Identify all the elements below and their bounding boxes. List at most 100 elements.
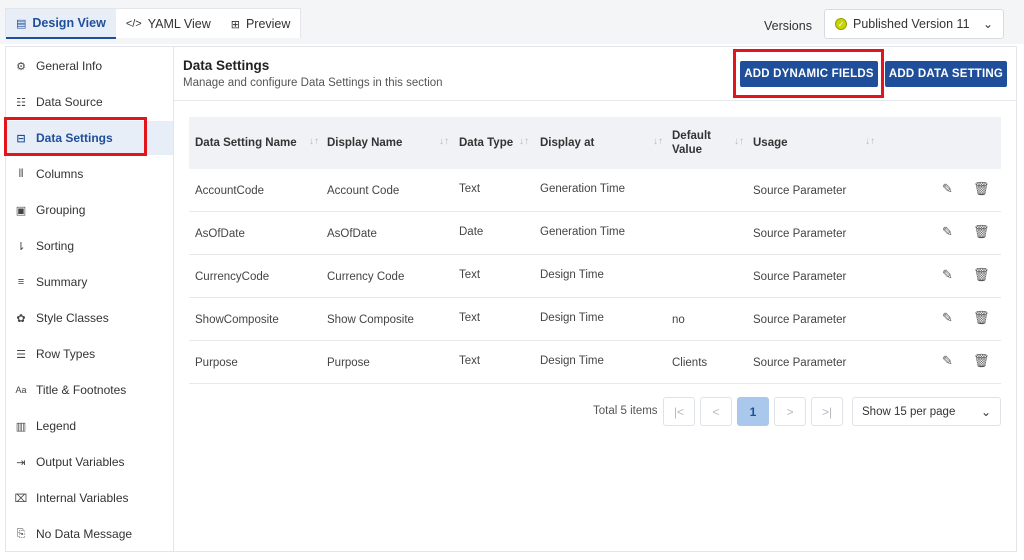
cell-data-type: Text xyxy=(459,355,481,367)
table-row: CurrencyCode Currency Code Text Design T… xyxy=(189,255,1001,298)
sort-icon[interactable]: ↓↑ xyxy=(519,136,529,147)
trash-icon[interactable]: 🗑 xyxy=(973,267,990,283)
sidebar-item-columns[interactable]: ⫴ Columns xyxy=(6,157,173,191)
cell-display-at: Design Time xyxy=(540,269,604,281)
sort-icon[interactable]: ↓↑ xyxy=(309,136,319,147)
sort-icon[interactable]: ↓↑ xyxy=(439,136,449,147)
edit-icon[interactable]: ✎ xyxy=(942,267,953,283)
sidebar-item-label: Columns xyxy=(36,167,84,181)
palette-icon: ✿ xyxy=(16,312,26,325)
first-page-icon: |< xyxy=(673,404,685,419)
tab-design-view[interactable]: ▤ Design View xyxy=(6,9,116,39)
prev-page-button[interactable]: < xyxy=(700,397,732,426)
table-header: Data Setting Name ↓↑ Display Name ↓↑ Dat… xyxy=(189,117,1001,169)
text-icon: Aa xyxy=(15,385,27,395)
data-settings-icon: ⊟ xyxy=(16,132,26,145)
variable-icon: ⌧ xyxy=(14,492,28,505)
sidebar-item-title-footnotes[interactable]: Aa Title & Footnotes xyxy=(6,373,173,407)
trash-icon[interactable]: 🗑 xyxy=(973,224,990,240)
last-page-button[interactable]: >| xyxy=(811,397,843,426)
sidebar-item-label: Title & Footnotes xyxy=(36,383,127,397)
header-display-at[interactable]: Display at xyxy=(540,117,594,169)
row-types-icon: ☰ xyxy=(16,348,26,361)
cell-data-type: Text xyxy=(459,183,481,195)
cell-display-name: Show Composite xyxy=(327,314,414,326)
edit-icon[interactable]: ✎ xyxy=(942,353,953,369)
last-page-icon: >| xyxy=(821,404,833,419)
page-title: Data Settings xyxy=(183,58,270,73)
sidebar-item-general-info[interactable]: ⚙ General Info xyxy=(6,49,173,83)
edit-icon[interactable]: ✎ xyxy=(942,310,953,326)
cell-usage: Source Parameter xyxy=(753,228,847,240)
header-data-setting-name[interactable]: Data Setting Name xyxy=(195,117,297,169)
sidebar-item-summary[interactable]: ≡ Summary xyxy=(6,265,173,299)
cell-usage: Source Parameter xyxy=(753,314,847,326)
sidebar-item-label: Data Settings xyxy=(36,131,113,145)
sidebar-item-data-source[interactable]: ☷ Data Source xyxy=(6,85,173,119)
sidebar-item-label: Sorting xyxy=(36,239,75,253)
sidebar-item-data-settings[interactable]: ⊟ Data Settings xyxy=(6,121,173,155)
tab-yaml-view-label: YAML View xyxy=(147,17,211,31)
sidebar-item-row-types[interactable]: ☰ Row Types xyxy=(6,337,173,371)
chevron-right-icon: > xyxy=(786,404,794,419)
sidebar-item-label: Legend xyxy=(36,419,77,433)
sort-icon[interactable]: ↓↑ xyxy=(653,136,663,147)
sidebar-item-grouping[interactable]: ▣ Grouping xyxy=(6,193,173,227)
cell-display-at: Generation Time xyxy=(540,183,626,195)
cell-display-at: Design Time xyxy=(540,312,604,324)
header-default-value-line2: Value xyxy=(672,144,703,156)
add-data-setting-button[interactable]: ADD DATA SETTING xyxy=(885,61,1007,87)
sidebar-item-output-variables[interactable]: ⇥ Output Variables xyxy=(6,445,173,479)
sidebar-item-internal-variables[interactable]: ⌧ Internal Variables xyxy=(6,481,173,515)
cell-data-type: Text xyxy=(459,269,481,281)
cell-usage: Source Parameter xyxy=(753,185,847,197)
cell-usage: Source Parameter xyxy=(753,357,847,369)
cell-name: ShowComposite xyxy=(195,314,279,326)
tab-preview[interactable]: ⊞ Preview xyxy=(221,9,301,39)
sidebar-item-sorting[interactable]: ⇂ Sorting xyxy=(6,229,173,263)
chevron-down-icon: ⌄ xyxy=(982,17,993,31)
sort-icon[interactable]: ↓↑ xyxy=(865,136,875,147)
cell-usage: Source Parameter xyxy=(753,271,847,283)
trash-icon[interactable]: 🗑 xyxy=(973,181,990,197)
tab-preview-label: Preview xyxy=(245,17,291,31)
export-icon: ⇥ xyxy=(16,456,26,469)
cell-name: AccountCode xyxy=(195,185,265,197)
sidebar-item-label: Style Classes xyxy=(36,311,109,325)
published-status-icon: ✓ xyxy=(835,18,847,30)
view-tabs: ▤ Design View </> YAML View ⊞ Preview xyxy=(5,8,302,39)
page-number-button[interactable]: 1 xyxy=(737,397,769,426)
sidebar-item-no-data-message[interactable]: ⎘ No Data Message xyxy=(6,517,173,551)
cell-display-name: Currency Code xyxy=(327,271,405,283)
add-dynamic-fields-button[interactable]: ADD DYNAMIC FIELDS xyxy=(740,61,878,87)
message-icon: ⎘ xyxy=(16,527,26,540)
header-usage[interactable]: Usage xyxy=(753,117,788,169)
versions-label: Versions xyxy=(764,19,812,33)
sidebar-item-style-classes[interactable]: ✿ Style Classes xyxy=(6,301,173,335)
per-page-select[interactable]: Show 15 per page ⌄ xyxy=(852,397,1001,426)
header-display-name[interactable]: Display Name xyxy=(327,117,402,169)
trash-icon[interactable]: 🗑 xyxy=(973,310,990,326)
cell-display-name: Account Code xyxy=(327,185,400,197)
sidebar-item-label: Data Source xyxy=(36,95,103,109)
tab-yaml-view[interactable]: </> YAML View xyxy=(116,9,221,39)
first-page-button[interactable]: |< xyxy=(663,397,695,426)
next-page-button[interactable]: > xyxy=(774,397,806,426)
edit-icon[interactable]: ✎ xyxy=(942,181,953,197)
table-row: ShowComposite Show Composite Text Design… xyxy=(189,298,1001,341)
table-row: AccountCode Account Code Text Generation… xyxy=(189,169,1001,212)
version-select[interactable]: ✓ Published Version 11 ⌄ xyxy=(824,9,1004,39)
sort-icon: ⇂ xyxy=(16,240,26,253)
sidebar-item-legend[interactable]: ▥ Legend xyxy=(6,409,173,443)
edit-icon[interactable]: ✎ xyxy=(942,224,953,240)
header-divider xyxy=(174,100,1017,101)
sort-icon[interactable]: ↓↑ xyxy=(734,136,744,147)
trash-icon[interactable]: 🗑 xyxy=(973,353,990,369)
header-data-type[interactable]: Data Type xyxy=(459,117,513,169)
header-default-value[interactable]: Default Value xyxy=(672,117,711,169)
table-row: AsOfDate AsOfDate Date Generation Time S… xyxy=(189,212,1001,255)
page-subtitle: Manage and configure Data Settings in th… xyxy=(183,77,443,89)
total-items: Total 5 items xyxy=(593,405,658,417)
sidebar: ⚙ General Info ☷ Data Source ⊟ Data Sett… xyxy=(5,46,174,552)
cell-display-name: AsOfDate xyxy=(327,228,377,240)
